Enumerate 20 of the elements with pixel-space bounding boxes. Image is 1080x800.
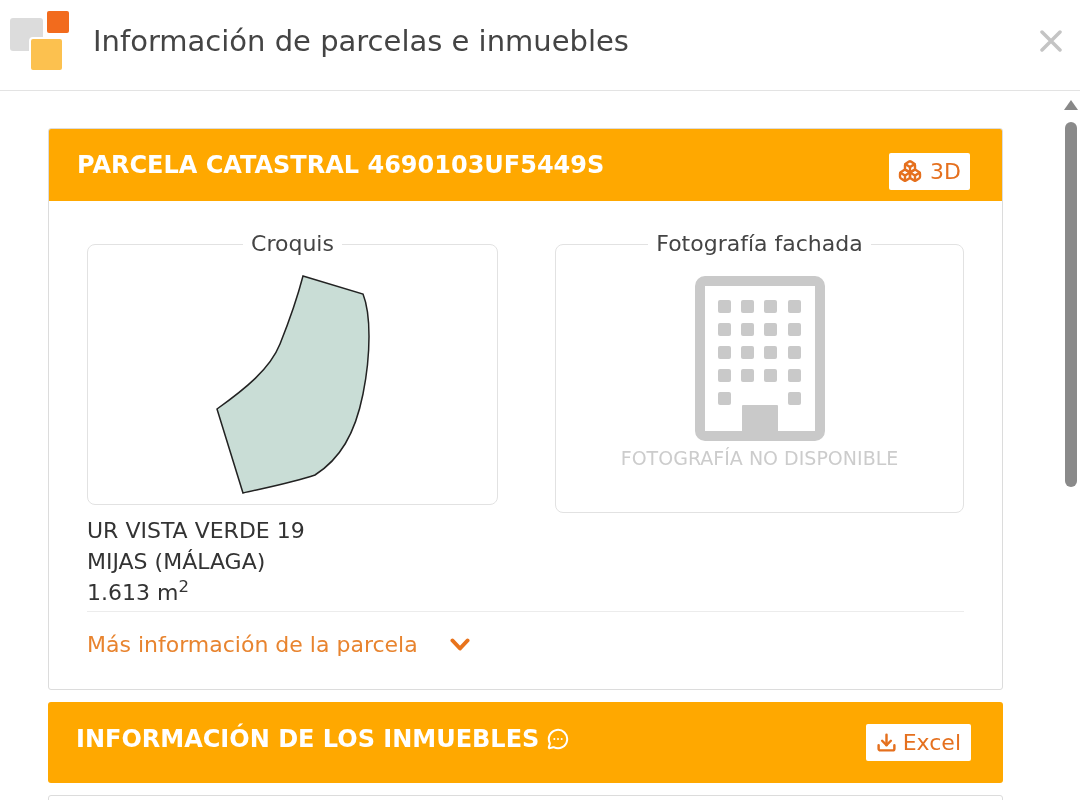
panel-title: INFORMACIÓN DE LOS INMUEBLES: [76, 723, 540, 754]
building-icon: [694, 276, 825, 441]
3d-button[interactable]: 3D: [889, 152, 970, 190]
address-line: 1.613 m$^{2}$: [87, 577, 190, 607]
panel-title: PARCELA CATASTRAL 4690103UF5449S: [77, 150, 605, 180]
address-line: MIJAS (MÁLAGA): [87, 548, 267, 576]
download-icon: [875, 732, 897, 753]
scrollbar-thumb[interactable]: [1065, 122, 1077, 487]
more-info-link[interactable]: Más información de la parcela: [87, 632, 470, 658]
close-icon: [1040, 29, 1062, 52]
window-title: Información de parcelas e inmuebles: [93, 22, 629, 59]
scroll-up-icon[interactable]: [1064, 100, 1078, 110]
cubes-icon: [898, 159, 923, 183]
close-button[interactable]: [1039, 28, 1063, 53]
sketch-label: Croquis: [250, 230, 335, 258]
app-logo: [10, 10, 70, 71]
photo-label: Fotografía fachada: [655, 230, 864, 258]
chat-bubble-icon[interactable]: [547, 727, 570, 750]
address-line: UR VISTA VERDE 19: [87, 517, 306, 545]
excel-button[interactable]: Excel: [865, 724, 971, 761]
